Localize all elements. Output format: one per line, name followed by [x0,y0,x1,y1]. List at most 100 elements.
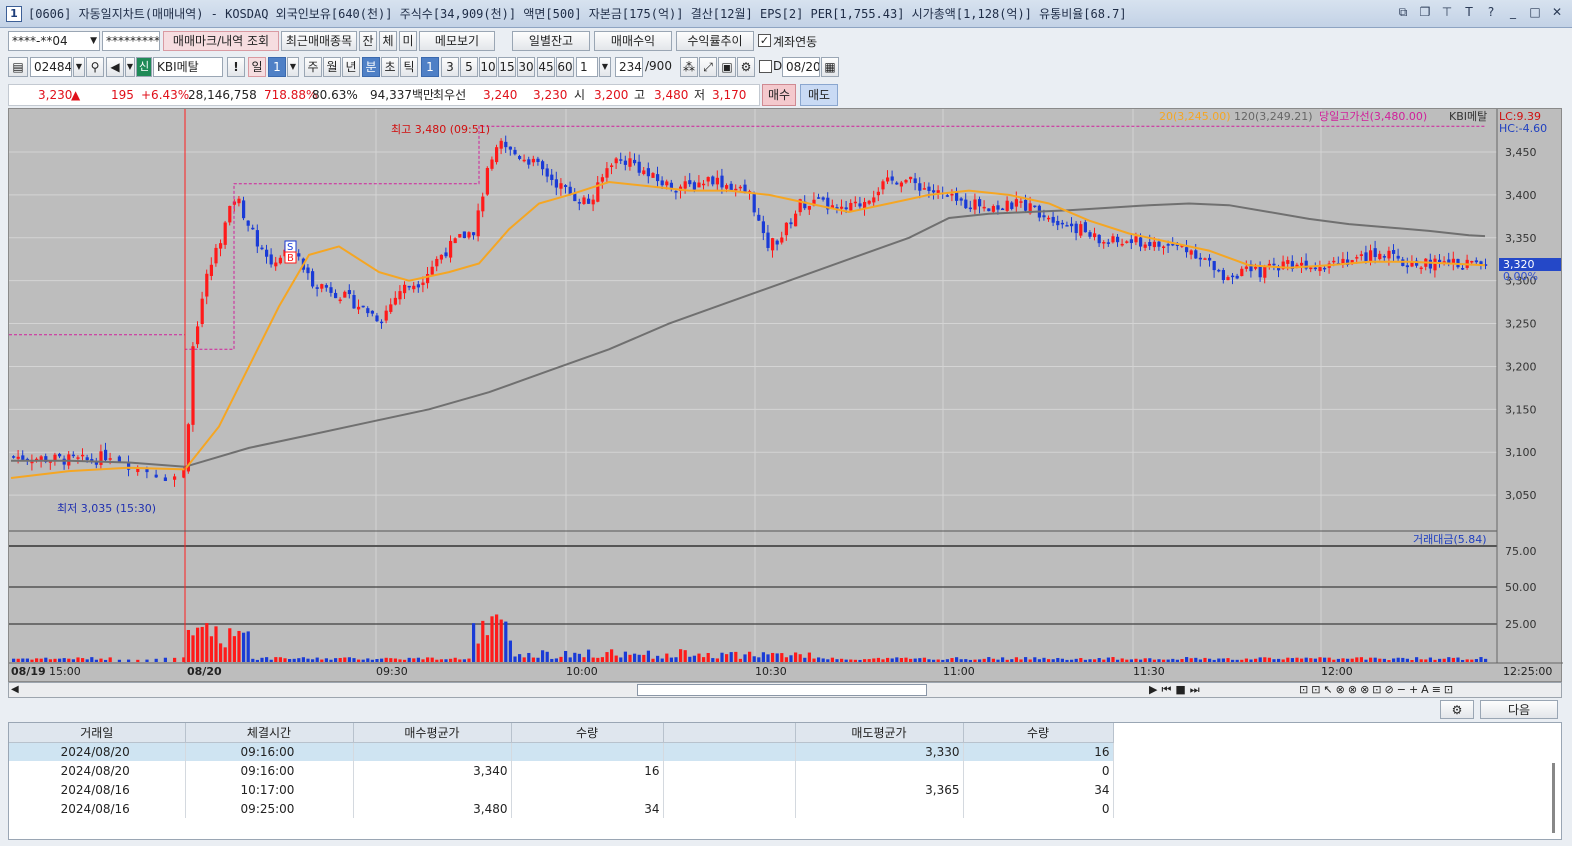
scroll-thumb[interactable] [637,684,927,696]
candle-body [623,160,627,165]
period-year[interactable]: 년 [342,57,360,77]
font-icon[interactable]: T [1462,5,1476,19]
copy-icon[interactable]: ❐ [1418,5,1432,19]
stock-list-icon[interactable]: ▤ [8,57,28,77]
day-count-dropdown-icon[interactable]: ▼ [287,57,299,77]
interval-30-button[interactable]: 30 [517,57,535,77]
grid-settings-icon[interactable]: ⚙ [1440,700,1474,719]
count-input[interactable]: 234 [615,57,643,77]
interval-45-button[interactable]: 45 [537,57,555,77]
alert-icon[interactable]: ! [227,57,245,77]
column-header-5[interactable]: 매도평균가 [795,723,964,743]
time-tick-label: 11:00 [943,665,975,678]
close-icon[interactable]: ✕ [1550,5,1564,19]
volume-bar [1359,657,1363,662]
volume-bar [564,650,568,662]
link-icon[interactable]: ⧉ [1396,5,1410,19]
period-month[interactable]: 월 [323,57,341,77]
period-tick[interactable]: 틱 [400,57,418,77]
indicator-icon[interactable]: ⁂ [680,57,698,77]
date-checkbox[interactable] [759,60,772,73]
candle-body [559,183,563,189]
price-chart[interactable]: 3,450 3,400 3,350 3,300 3,250 3,200 3,150 3,100… [8,108,1563,682]
date-input[interactable]: 08/20 [782,57,820,77]
trade-mark-button[interactable]: 매매마크/내역 조회 [163,31,279,51]
volume-bar [1428,657,1432,662]
candle-body [1369,250,1373,263]
chart-scrollbar[interactable]: ◀ ▶⏮■⏭ ⊡⊡↖⊗⊗⊗⊡⊘−+A≡⊡ [8,682,1562,698]
open-label: 시 [574,88,586,102]
daily-balance-button[interactable]: 일별잔고 [512,31,590,51]
table-row[interactable]: 2024/08/20 09:16:00 3,340 16 0 [9,761,1114,780]
tab-balance[interactable]: 잔 [359,31,377,51]
gear-icon[interactable]: ⚙ [737,57,755,77]
account-link-checkbox[interactable]: ✓ [758,34,771,47]
interval-5-button[interactable]: 5 [460,57,478,77]
speaker-icon[interactable]: ◀ [106,57,124,77]
column-header-1[interactable]: 체결시간 [185,723,354,743]
volume-bar [421,659,425,662]
save-icon[interactable]: ▣ [718,57,736,77]
speaker-dropdown-icon[interactable]: ▼ [125,57,135,77]
memo-button[interactable]: 메모보기 [419,31,495,51]
calendar-icon[interactable]: ▦ [821,57,839,77]
tab-filled[interactable]: 체 [379,31,397,51]
code-dropdown-icon[interactable]: ▼ [73,57,85,77]
yield-trend-button[interactable]: 수익률추이 [676,31,754,51]
pin-icon[interactable]: ⊤ [1440,5,1454,19]
column-header-4[interactable] [663,723,796,743]
volume-bar [1189,658,1193,662]
candle-body [1396,255,1400,259]
time-tick-label: 08/20 [187,665,222,678]
buy-button[interactable]: 매수 [762,84,796,106]
column-header-0[interactable]: 거래일 [9,723,186,743]
volume-bar [587,649,591,662]
stock-code-input[interactable]: 024840 [30,57,72,77]
period-minute[interactable]: 분 [362,57,380,77]
volume-bar [173,657,177,662]
interval-15-button[interactable]: 15 [498,57,516,77]
column-header-6[interactable]: 수량 [963,723,1114,743]
table-cell: 09:16:00 [185,742,354,761]
interval-60-button[interactable]: 60 [556,57,574,77]
next-button[interactable]: 다음 [1480,700,1558,719]
column-header-3[interactable]: 수량 [511,723,664,743]
search-icon[interactable]: ⚲ [86,57,104,77]
minimize-icon[interactable]: _ [1506,5,1520,19]
column-header-2[interactable]: 매수평균가 [353,723,512,743]
interval-dropdown-icon[interactable]: ▼ [599,57,611,77]
sell-button[interactable]: 매도 [800,84,838,106]
maximize-icon[interactable]: □ [1528,5,1542,19]
chart-tools[interactable]: ⊡⊡↖⊗⊗⊗⊡⊘−+A≡⊡ [1299,683,1456,696]
table-row[interactable]: 2024/08/16 09:25:00 3,480 34 0 [9,799,1114,818]
interval-10-button[interactable]: 10 [479,57,497,77]
period-week[interactable]: 주 [304,57,322,77]
candle-body [1102,242,1106,244]
candle-body [412,285,416,290]
tab-unfilled[interactable]: 미 [399,31,417,51]
interval-3-button[interactable]: 3 [441,57,459,77]
candle-body [403,284,407,294]
grid-scrollbar[interactable] [1552,763,1555,833]
scroll-left-icon[interactable]: ◀ [11,684,19,695]
interval-1-button[interactable]: 1 [421,57,439,77]
playback-controls[interactable]: ▶⏮■⏭ [1149,683,1204,697]
period-day[interactable]: 일 [248,57,266,77]
volume-bar [1024,657,1028,662]
help-icon[interactable]: ? [1484,5,1498,19]
period-second[interactable]: 초 [381,57,399,77]
volume-bar [697,653,701,662]
table-row[interactable]: 2024/08/20 09:16:00 3,330 16 [9,742,1114,761]
account-select[interactable]: ****-**04 ▼ [8,31,100,51]
candle-body [1226,277,1230,281]
tool-icon[interactable]: ⤢ [699,57,717,77]
volume-bar [748,651,752,662]
table-cell [663,780,796,799]
trade-profit-button[interactable]: 매매수익 [594,31,672,51]
interval-input[interactable]: 1 [576,57,598,77]
recent-stocks-button[interactable]: 최근매매종목 [281,31,357,51]
password-field[interactable]: ********* [102,31,160,51]
table-row[interactable]: 2024/08/16 10:17:00 3,365 34 [9,780,1114,799]
period-day-count[interactable]: 1 [268,57,286,77]
volume-bar [527,652,531,662]
